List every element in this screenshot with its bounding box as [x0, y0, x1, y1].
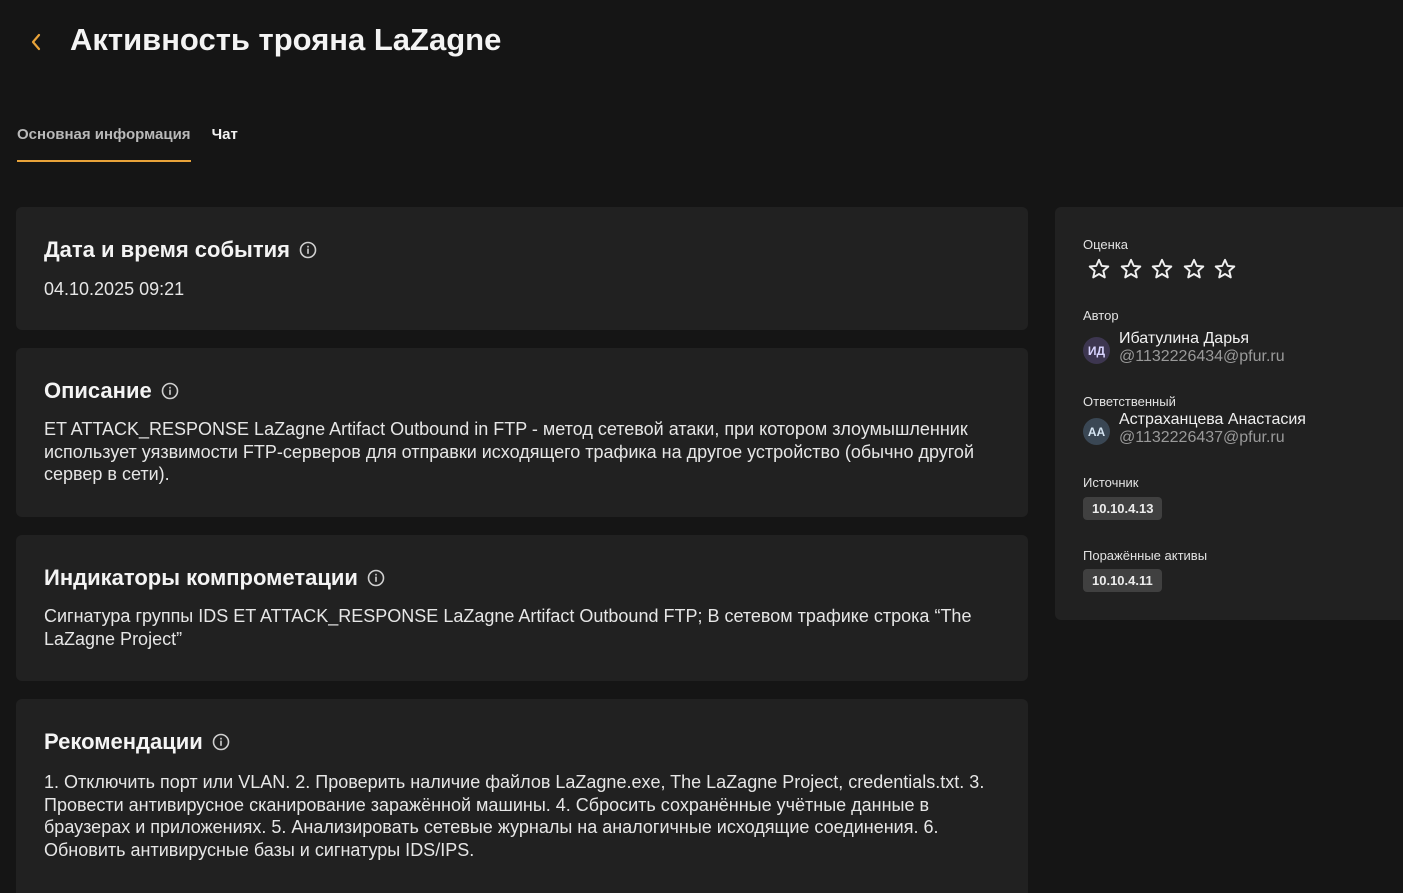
ioc-card: Индикаторы компрометации Сигнатура групп… [16, 535, 1028, 681]
page-title: Активность трояна LaZagne [70, 22, 502, 57]
source-label: Источник [1083, 475, 1139, 490]
star-icon[interactable] [1087, 257, 1111, 281]
info-icon[interactable] [367, 569, 385, 587]
ioc-card-header: Индикаторы компрометации [44, 565, 1000, 591]
star-icon[interactable] [1182, 257, 1206, 281]
datetime-value: 04.10.2025 09:21 [44, 279, 185, 299]
affected-assets-label: Поражённые активы [1083, 548, 1208, 563]
responsible-name: Астраханцева Анастасия [1119, 411, 1306, 428]
recommendations-card-header: Рекомендации [44, 729, 1000, 755]
tab-bar: Основная информация Чат [17, 120, 259, 162]
details-sidebar: Оценка Автор ИД Ибатулина Дарья @1132226… [1055, 207, 1403, 620]
description-card: Описание ET ATTACK_RESPONSE LaZagne Arti… [16, 348, 1028, 517]
affected-asset-chip[interactable]: 10.10.4.11 [1083, 569, 1162, 592]
responsible-label: Ответственный [1083, 394, 1176, 409]
avatar: АА [1083, 418, 1110, 445]
rating-label: Оценка [1083, 237, 1129, 252]
page-header: Активность трояна LaZagne [0, 0, 1403, 90]
ioc-title: Индикаторы компрометации [44, 565, 358, 590]
author-email: @1132226434@pfur.ru [1119, 348, 1285, 365]
star-icon[interactable] [1150, 257, 1174, 281]
recommendations-card: Рекомендации 1. Отключить порт или VLAN.… [16, 699, 1028, 893]
recommendations-title: Рекомендации [44, 729, 203, 754]
chevron-left-icon [31, 33, 41, 51]
rating-stars [1087, 257, 1245, 281]
author-label: Автор [1083, 308, 1119, 323]
recommendations-text: 1. Отключить порт или VLAN. 2. Проверить… [44, 772, 985, 860]
tab-main-info[interactable]: Основная информация [17, 120, 191, 162]
responsible-email: @1132226437@pfur.ru [1119, 429, 1285, 446]
author-name: Ибатулина Дарья [1119, 330, 1250, 347]
datetime-card-header: Дата и время события [44, 237, 1000, 263]
star-icon[interactable] [1213, 257, 1237, 281]
responsible-details: Астраханцева Анастасия @1132226437@pfur.… [1119, 410, 1306, 447]
author-details: Ибатулина Дарья @1132226434@pfur.ru [1119, 329, 1285, 366]
back-button[interactable] [24, 28, 48, 56]
info-icon[interactable] [161, 382, 179, 400]
datetime-card: Дата и время события 04.10.2025 09:21 [16, 207, 1028, 330]
description-card-header: Описание [44, 378, 1000, 404]
star-icon[interactable] [1119, 257, 1143, 281]
source-ip-chip[interactable]: 10.10.4.13 [1083, 497, 1163, 520]
description-text: ET ATTACK_RESPONSE LaZagne Artifact Outb… [44, 419, 974, 484]
avatar: ИД [1083, 337, 1110, 364]
info-icon[interactable] [212, 733, 230, 751]
description-title: Описание [44, 378, 152, 403]
author-info[interactable]: ИД Ибатулина Дарья @1132226434@pfur.ru [1083, 329, 1285, 366]
responsible-info[interactable]: АА Астраханцева Анастасия @1132226437@pf… [1083, 410, 1306, 447]
datetime-title: Дата и время события [44, 237, 290, 262]
info-icon[interactable] [299, 241, 317, 259]
ioc-text: Сигнатура группы IDS ET ATTACK_RESPONSE … [44, 606, 972, 649]
tab-chat[interactable]: Чат [212, 120, 238, 162]
